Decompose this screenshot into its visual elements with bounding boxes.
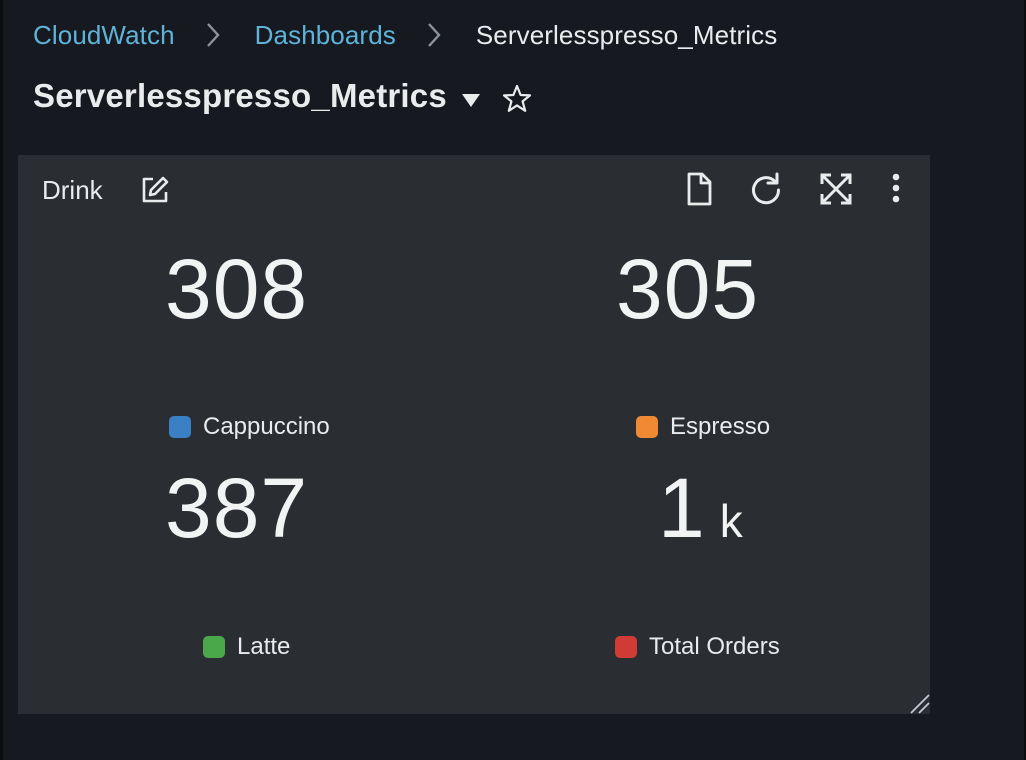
chevron-right-icon xyxy=(195,18,239,52)
metric-number: 387 xyxy=(165,461,309,555)
drink-widget: Drink 308 Cappuccino 305 Espresso 387 La… xyxy=(18,155,930,714)
breadcrumb-dashboards-link[interactable]: Dashboards xyxy=(255,20,396,51)
legend-swatch-latte xyxy=(203,636,225,658)
more-vertical-icon[interactable] xyxy=(882,171,918,207)
document-icon[interactable] xyxy=(681,171,717,207)
metric-number: 1 xyxy=(658,461,706,555)
metric-number: 305 xyxy=(616,242,760,336)
metric-unit: k xyxy=(719,495,743,547)
chevron-right-icon xyxy=(416,18,460,52)
refresh-icon[interactable] xyxy=(748,171,784,207)
breadcrumb-current: Serverlesspresso_Metrics xyxy=(475,19,778,50)
expand-icon[interactable] xyxy=(818,171,854,207)
legend-swatch-espresso xyxy=(636,416,658,438)
breadcrumb: CloudWatch Dashboards Serverlesspresso_M… xyxy=(33,18,777,52)
metric-value-total-orders: 1k xyxy=(658,466,743,550)
star-icon[interactable] xyxy=(501,83,533,115)
metric-value-espresso: 305 xyxy=(616,247,759,331)
resize-handle-icon[interactable] xyxy=(908,692,930,714)
widget-header: Drink xyxy=(18,155,930,225)
window-left-edge xyxy=(0,0,3,760)
legend-label: Total Orders xyxy=(649,633,780,660)
legend-label: Latte xyxy=(237,633,291,660)
page-title: Serverlesspresso_Metrics xyxy=(33,77,447,114)
metric-value-latte: 387 xyxy=(165,466,308,550)
edit-icon[interactable] xyxy=(140,175,170,205)
page-header: Serverlesspresso_Metrics xyxy=(33,74,533,118)
metric-value-cappuccino: 308 xyxy=(165,247,308,331)
legend-item-total-orders: Total Orders xyxy=(615,633,780,661)
legend-label: Espresso xyxy=(670,413,771,440)
legend-swatch-total-orders xyxy=(615,636,637,658)
metric-number: 308 xyxy=(165,242,309,336)
breadcrumb-cloudwatch-link[interactable]: CloudWatch xyxy=(33,20,175,51)
legend-item-espresso: Espresso xyxy=(636,413,770,441)
legend-swatch-cappuccino xyxy=(169,416,191,438)
legend-item-cappuccino: Cappuccino xyxy=(169,413,330,441)
widget-title: Drink xyxy=(42,175,103,205)
legend-label: Cappuccino xyxy=(203,413,330,440)
caret-down-icon[interactable] xyxy=(461,92,481,108)
legend-item-latte: Latte xyxy=(203,633,290,661)
